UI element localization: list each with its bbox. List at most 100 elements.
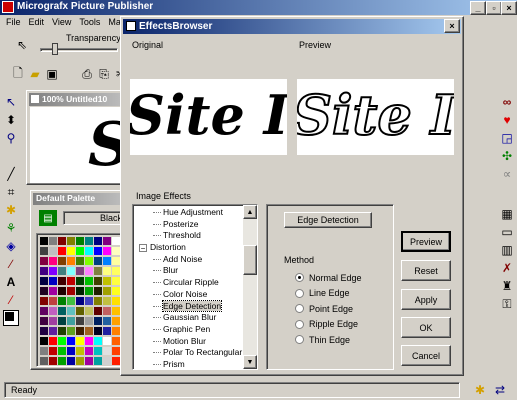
color-swatch[interactable] [85,347,93,355]
open-folder-icon[interactable]: ▰ [27,66,43,82]
method-option[interactable]: Normal Edge [295,270,393,286]
brush-icon[interactable]: ∕ [3,256,19,272]
color-swatch[interactable] [67,327,75,335]
color-swatch[interactable] [94,357,102,365]
menu-item-file[interactable]: File [6,15,21,29]
color-swatch[interactable] [49,307,57,315]
radio-button[interactable] [295,288,304,298]
color-swatch[interactable] [40,247,48,255]
scroll-up-button[interactable]: ▲ [243,205,257,219]
scroll-thumb[interactable] [243,245,257,275]
color-swatch[interactable] [103,307,111,315]
color-swatch[interactable] [76,267,84,275]
color-swatch[interactable] [76,317,84,325]
effect-item[interactable]: Prism [135,359,243,369]
cancel-button[interactable]: Cancel [401,345,451,366]
method-option[interactable]: Thin Edge [295,332,393,348]
color-swatch[interactable] [103,327,111,335]
color-swatch[interactable] [112,337,120,345]
method-option[interactable]: Line Edge [295,286,393,302]
collapse-icon[interactable]: − [139,243,147,252]
color-swatch[interactable] [94,327,102,335]
color-swatch[interactable] [103,237,111,245]
effect-item[interactable]: Add Noise [135,254,243,266]
fill-icon[interactable]: ◈ [3,238,19,254]
color-swatch[interactable] [40,237,48,245]
apply-button[interactable]: Apply [401,289,451,310]
color-swatch[interactable] [76,307,84,315]
color-swatch[interactable] [112,267,120,275]
color-swatch[interactable] [49,357,57,365]
palette-window[interactable]: Default Palette ▤ Black [30,190,130,370]
transparency-slider-thumb[interactable] [52,43,58,55]
lock-icon[interactable]: ⚿ [499,296,515,312]
color-swatch[interactable] [85,297,93,305]
image-canvas[interactable]: S [30,107,128,183]
color-swatch[interactable] [49,347,57,355]
effects-scrollbar[interactable]: ▲ ▼ [243,205,257,369]
color-swatch[interactable] [58,307,66,315]
effect-item[interactable]: Motion Blur [135,336,243,348]
scanner-icon[interactable]: ▥ [499,242,515,258]
color-swatch[interactable] [58,257,66,265]
color-swatch[interactable] [76,257,84,265]
preview-button[interactable]: Preview [401,231,451,252]
color-swatch[interactable] [112,247,120,255]
close-button[interactable]: × [501,1,517,15]
color-swatch[interactable] [85,267,93,275]
color-swatch[interactable] [58,297,66,305]
radio-button[interactable] [295,335,304,345]
color-swatch[interactable] [103,297,111,305]
color-swatch[interactable] [94,317,102,325]
color-swatch[interactable] [58,267,66,275]
effects-browser-dialog[interactable]: EffectsBrowser × Original Preview Site I… [120,16,464,376]
color-swatch[interactable] [112,277,120,285]
color-swatch[interactable] [49,257,57,265]
text-tool-icon[interactable]: A [3,274,19,290]
color-swatch[interactable] [76,237,84,245]
color-swatch[interactable] [76,357,84,365]
color-swatch[interactable] [58,357,66,365]
save-icon[interactable]: ▣ [44,66,60,82]
effect-item[interactable]: Graphic Pen [135,324,243,336]
color-swatch[interactable] [103,287,111,295]
color-swatch[interactable] [67,257,75,265]
clone-icon[interactable]: ⚘ [3,220,19,236]
zoom-icon[interactable]: ⚲ [3,130,19,146]
stamp-icon[interactable]: ♜ [499,278,515,294]
color-swatch[interactable] [67,337,75,345]
color-swatch[interactable] [40,327,48,335]
color-swatch[interactable] [94,257,102,265]
color-swatch[interactable] [40,307,48,315]
eyedropper-icon[interactable]: ⁄ [3,292,19,308]
color-swatch[interactable] [49,277,57,285]
color-swatch[interactable] [112,317,120,325]
color-swatch[interactable] [112,237,120,245]
color-swatch[interactable] [94,237,102,245]
nodes-icon[interactable]: ✣ [499,148,515,164]
maximize-button[interactable]: ▫ [486,1,502,15]
color-swatch[interactable] [103,357,111,365]
color-swatch[interactable] [85,287,93,295]
color-swatch[interactable] [103,347,111,355]
color-swatch[interactable] [49,317,57,325]
pointer-tool-icon[interactable]: ⇖ [14,37,30,53]
color-swatch[interactable] [76,337,84,345]
print-preview-icon[interactable]: ⎘ [96,66,112,82]
scroll-down-button[interactable]: ▼ [243,355,257,369]
color-swatch[interactable] [103,247,111,255]
color-swatch[interactable] [67,277,75,285]
brush-settings-icon[interactable]: ✗ [499,260,515,276]
color-swatch[interactable] [49,237,57,245]
color-swatch[interactable] [85,327,93,335]
effect-item[interactable]: Blur [135,265,243,277]
color-swatch[interactable] [112,307,120,315]
image-window[interactable]: 100% Untitled10 S [26,90,131,185]
pointer-icon[interactable]: ↖ [3,94,19,110]
page-setup-icon[interactable]: ▦ [499,206,515,222]
color-swatch[interactable] [112,347,120,355]
color-swatch[interactable] [103,277,111,285]
color-swatch-icon[interactable] [3,310,19,326]
color-swatch[interactable] [103,267,111,275]
color-swatch[interactable] [85,247,93,255]
